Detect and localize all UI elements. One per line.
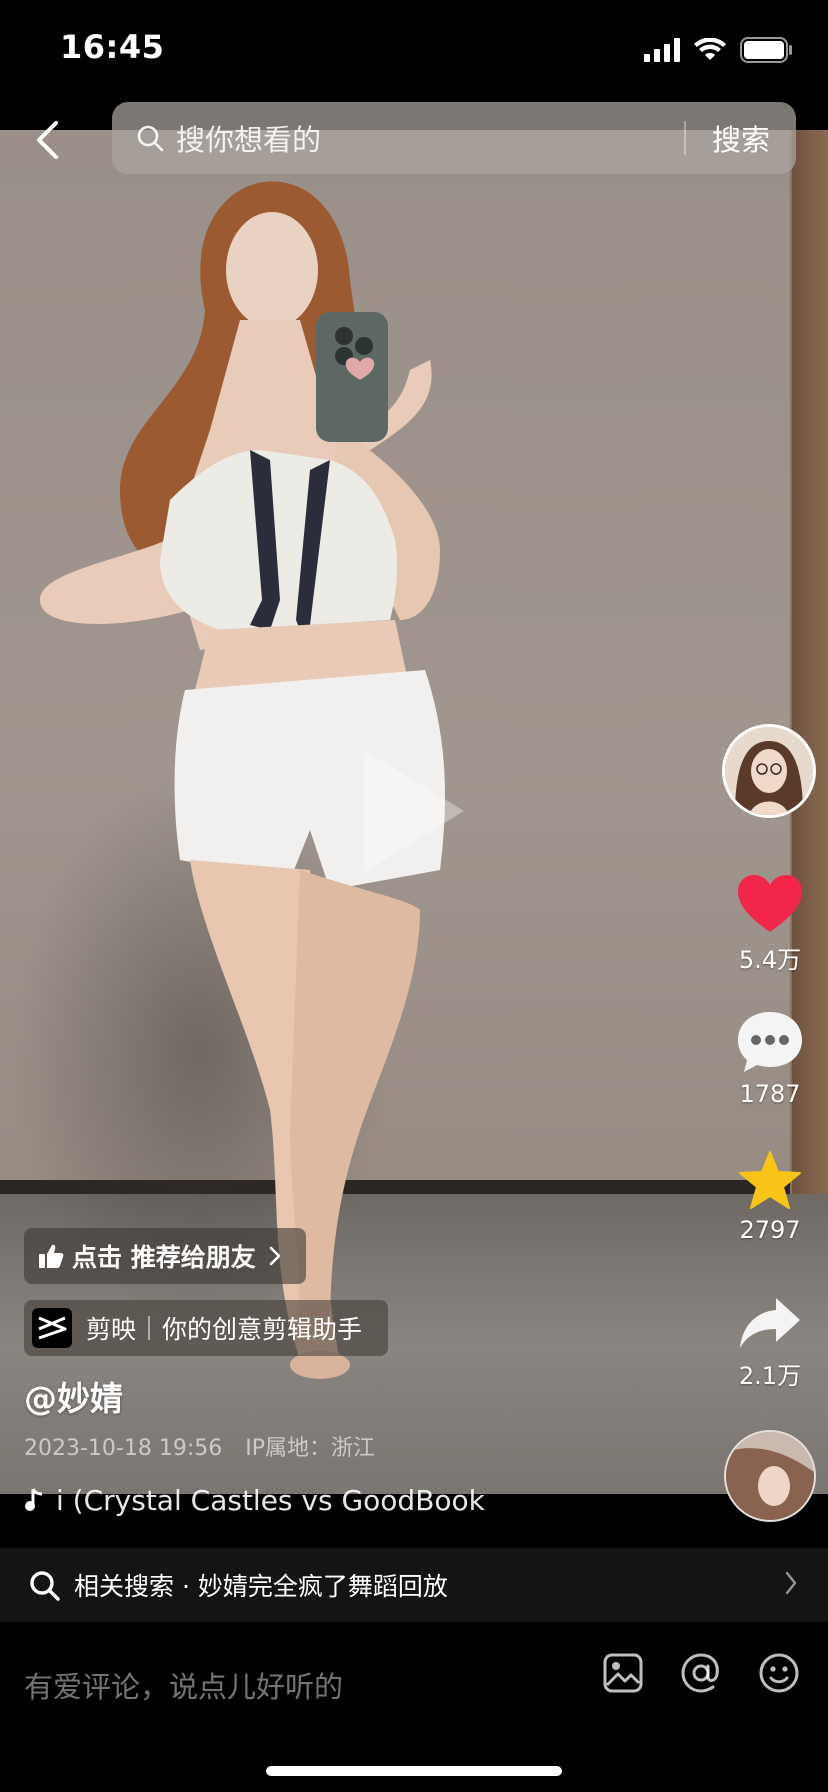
related-search-label: 相关搜索 · 妙婧完全疯了舞蹈回放 bbox=[74, 1572, 448, 1601]
search-button[interactable]: 搜索 bbox=[686, 117, 796, 159]
back-button[interactable] bbox=[24, 112, 70, 168]
image-button[interactable] bbox=[600, 1650, 646, 1696]
capcut-name: 剪映 bbox=[86, 1315, 137, 1344]
post-meta: 2023-10-18 19:56 IP属地：浙江 bbox=[24, 1430, 375, 1462]
comment-button[interactable]: 1787 bbox=[722, 1010, 818, 1108]
play-icon[interactable] bbox=[360, 746, 470, 876]
comment-bar: 有爱评论，说点儿好听的 bbox=[0, 1622, 828, 1792]
capcut-slogan: 你的创意剪辑助手 bbox=[162, 1315, 363, 1344]
capcut-icon bbox=[32, 1308, 72, 1348]
signal-icon bbox=[644, 38, 680, 62]
music-note-icon bbox=[25, 1488, 43, 1511]
chevron-right-icon bbox=[785, 1571, 797, 1595]
author-name[interactable]: @妙婧 bbox=[24, 1372, 123, 1420]
chevron-right-icon bbox=[269, 1246, 281, 1266]
star-icon bbox=[739, 1151, 801, 1209]
like-count: 5.4万 bbox=[738, 946, 802, 974]
recommend-to-friend-button[interactable]: 点击 推荐给朋友 bbox=[24, 1228, 306, 1284]
back-icon bbox=[37, 121, 58, 159]
post-date: 2023-10-18 19:56 bbox=[24, 1436, 223, 1461]
wifi-icon bbox=[694, 38, 726, 60]
favorite-count: 2797 bbox=[739, 1216, 801, 1244]
home-indicator bbox=[266, 1766, 562, 1776]
related-search-bar[interactable]: 相关搜索 · 妙婧完全疯了舞蹈回放 bbox=[0, 1548, 828, 1622]
battery-icon bbox=[740, 37, 792, 63]
at-icon bbox=[681, 1653, 719, 1693]
image-icon bbox=[603, 1653, 643, 1693]
share-count: 2.1万 bbox=[738, 1362, 802, 1390]
status-time: 16:45 bbox=[60, 28, 165, 66]
search-icon bbox=[136, 123, 166, 153]
capcut-divider bbox=[148, 1316, 151, 1340]
share-button[interactable]: 2.1万 bbox=[722, 1296, 818, 1391]
thumbs-up-icon bbox=[39, 1244, 64, 1268]
comment-bubble-icon bbox=[738, 1012, 802, 1072]
heart-icon bbox=[738, 875, 802, 932]
comment-input[interactable]: 有爱评论，说点儿好听的 bbox=[24, 1664, 343, 1706]
video-player[interactable] bbox=[0, 130, 828, 1494]
recommend-label: 点击 推荐给朋友 bbox=[72, 1243, 256, 1272]
emoji-icon bbox=[759, 1653, 799, 1693]
search-input[interactable]: 搜你想看的 bbox=[176, 117, 684, 159]
ip-location: IP属地：浙江 bbox=[245, 1436, 376, 1461]
comment-tools bbox=[600, 1650, 802, 1696]
status-bar: 16:45 bbox=[0, 0, 828, 100]
mention-button[interactable] bbox=[678, 1650, 724, 1696]
share-icon bbox=[740, 1298, 800, 1348]
like-button[interactable]: 5.4万 bbox=[722, 874, 818, 975]
search-bar[interactable]: 搜你想看的 搜索 bbox=[112, 102, 796, 174]
favorite-button[interactable]: 2797 bbox=[722, 1150, 818, 1244]
music-info[interactable]: i (Crystal Castles vs GoodBook bbox=[24, 1482, 494, 1518]
music-title: i (Crystal Castles vs GoodBook bbox=[56, 1483, 485, 1517]
emoji-button[interactable] bbox=[756, 1650, 802, 1696]
music-disc[interactable] bbox=[724, 1430, 816, 1522]
author-avatar[interactable] bbox=[722, 724, 816, 818]
search-icon bbox=[30, 1571, 60, 1601]
comment-count: 1787 bbox=[739, 1080, 801, 1108]
capcut-anchor[interactable]: 剪映 你的创意剪辑助手 bbox=[24, 1300, 388, 1356]
status-icons bbox=[644, 36, 794, 64]
